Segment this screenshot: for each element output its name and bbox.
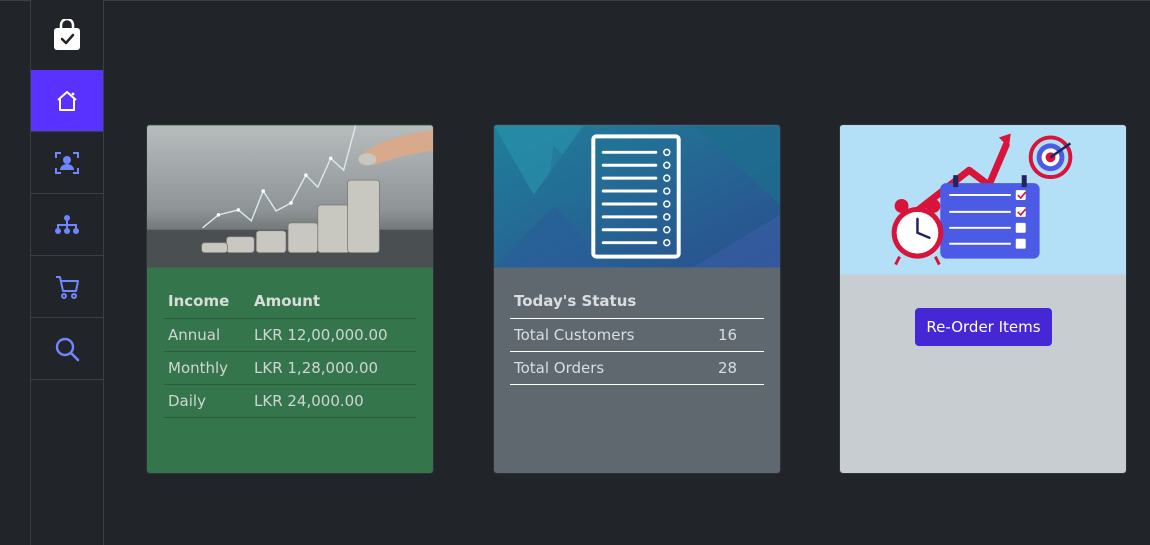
income-table: Income Amount Annual LKR 12,00,000.00 Mo… [164, 285, 416, 418]
row-value: LKR 24,000.00 [250, 384, 416, 418]
table-header-row: Today's Status [510, 285, 764, 319]
table-row: Total Orders 28 [510, 351, 764, 385]
sidebar-item-customers[interactable] [31, 132, 103, 194]
reorder-schedule-image [840, 125, 1126, 275]
top-border [0, 0, 1150, 1]
row-label: Daily [164, 384, 250, 418]
income-header: Income [164, 285, 250, 319]
reorder-items-button[interactable]: Re-Order Items [915, 308, 1052, 346]
status-card: Today's Status Total Customers 16 Total … [493, 124, 781, 474]
sitemap-icon [55, 214, 79, 234]
row-value: 16 [714, 318, 764, 352]
sidebar-item-cart[interactable] [31, 256, 103, 318]
income-card: Income Amount Annual LKR 12,00,000.00 Mo… [146, 124, 434, 474]
row-label: Monthly [164, 351, 250, 385]
income-growth-image [147, 125, 433, 268]
row-value: LKR 12,00,000.00 [250, 318, 416, 352]
table-row: Annual LKR 12,00,000.00 [164, 318, 416, 352]
checklist-image [494, 125, 780, 268]
table-header-row: Income Amount [164, 285, 416, 319]
row-value: 28 [714, 351, 764, 385]
shopping-bag-check-icon [54, 19, 80, 50]
table-row: Total Customers 16 [510, 318, 764, 352]
status-table: Today's Status Total Customers 16 Total … [510, 285, 764, 385]
home-icon [57, 90, 77, 111]
amount-header: Amount [250, 285, 416, 319]
row-label: Annual [164, 318, 250, 352]
reorder-card: Re-Order Items [839, 124, 1127, 474]
row-value: LKR 1,28,000.00 [250, 351, 416, 385]
sidebar-item-hierarchy[interactable] [31, 194, 103, 256]
table-row: Daily LKR 24,000.00 [164, 384, 416, 418]
sidebar-item-search[interactable] [31, 318, 103, 380]
row-label: Total Customers [510, 318, 714, 352]
row-label: Total Orders [510, 351, 714, 385]
status-title: Today's Status [510, 285, 764, 319]
search-icon [55, 337, 80, 361]
user-id-icon [55, 151, 79, 174]
cart-icon [56, 275, 79, 299]
sidebar-item-home[interactable] [31, 70, 103, 132]
table-row: Monthly LKR 1,28,000.00 [164, 351, 416, 385]
app-logo [31, 0, 103, 70]
sidebar [30, 0, 104, 545]
